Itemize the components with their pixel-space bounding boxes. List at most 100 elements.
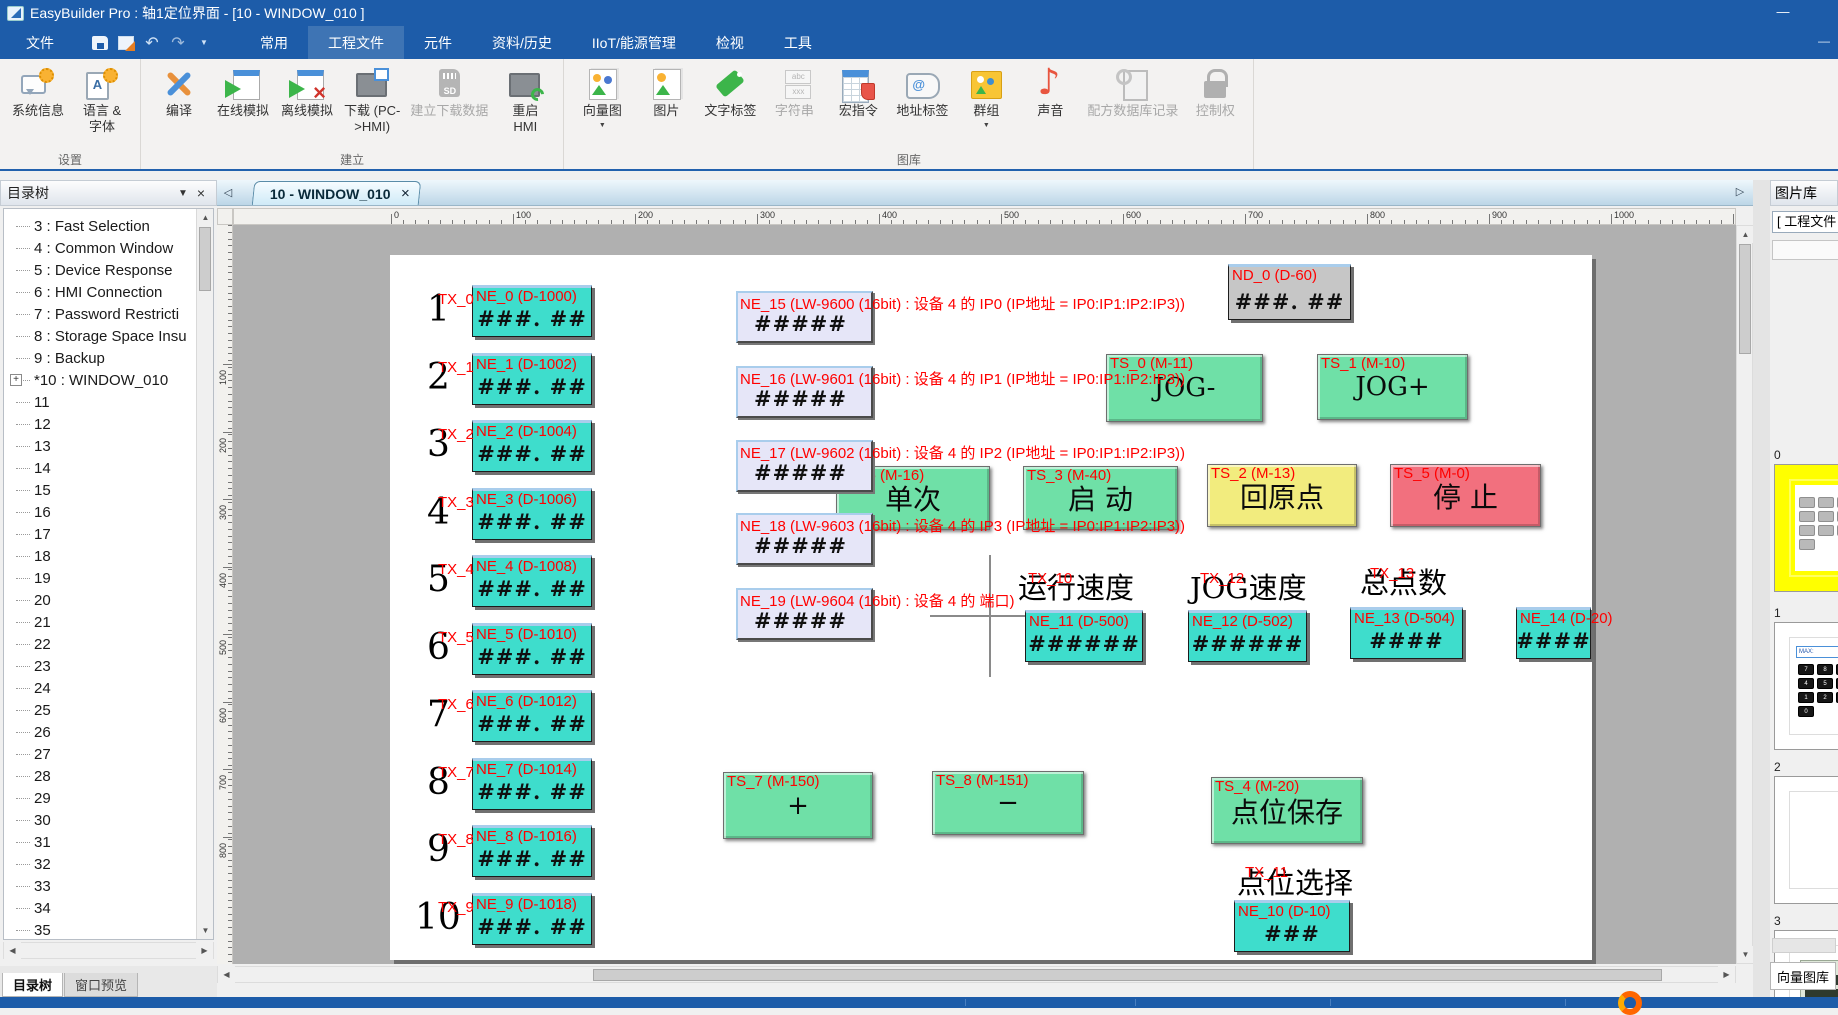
canvas-horizontal-scrollbar[interactable]: ◀ ▶ — [217, 966, 1736, 983]
thumbnail-frame[interactable] — [1774, 776, 1838, 904]
scroll-left-icon[interactable]: ◀ — [218, 966, 235, 983]
hmi-button-jog-plus[interactable]: TS_1 (M-10) JOG+ — [1317, 354, 1468, 420]
library-horizontal-scrollbar[interactable] — [1772, 938, 1836, 953]
tree-scroll-thumb[interactable] — [199, 227, 211, 291]
canvas-vscroll-thumb[interactable] — [1739, 244, 1751, 354]
canvas-vertical-scrollbar[interactable]: ▲ ▼ — [1736, 225, 1753, 964]
tree-item-32[interactable]: 32 — [4, 853, 196, 875]
hmi-numeric-ne-13[interactable]: NE_13 (D-504)#### — [1350, 607, 1463, 659]
ribbon-button-shape-lib[interactable]: 向量图▼ — [570, 61, 634, 155]
scroll-down-icon[interactable]: ▼ — [197, 922, 214, 939]
export-icon[interactable] — [116, 34, 136, 52]
tree-item-31[interactable]: 31 — [4, 831, 196, 853]
hmi-numeric-ne-4[interactable]: NE_4 (D-1008)###. ## — [472, 555, 592, 607]
panel-splitter[interactable] — [1753, 180, 1770, 997]
tree-vertical-scrollbar[interactable]: ▲ ▼ — [196, 209, 213, 939]
tab-close-icon[interactable]: × — [401, 185, 410, 202]
design-canvas[interactable]: 100200300400500600700800 ND_0 (D-60) ###… — [217, 225, 1736, 964]
menu-tab-1[interactable]: 工程文件 — [308, 26, 404, 59]
tree-item-33[interactable]: 33 — [4, 875, 196, 897]
scroll-down-icon[interactable]: ▼ — [1737, 946, 1754, 963]
tree-item-13[interactable]: 13 — [4, 435, 196, 457]
tree-item-27[interactable]: 27 — [4, 743, 196, 765]
hmi-numeric-ne-10[interactable]: NE_10 (D-10) ### — [1234, 900, 1350, 952]
hmi-numeric-ne-0[interactable]: NE_0 (D-1000)###. ## — [472, 285, 592, 337]
ribbon-button-online-sim[interactable]: 在线模拟 — [211, 61, 275, 155]
ribbon-button-compile[interactable]: 编译 — [147, 61, 211, 155]
tree-item-9-Backup[interactable]: 9 : Backup — [4, 347, 196, 369]
menu-tab-4[interactable]: IIoT/能源管理 — [572, 26, 696, 59]
tree-collapse-icon[interactable]: ▼ — [174, 188, 192, 199]
tree-item-7-Password-Restricti[interactable]: 7 : Password Restricti — [4, 303, 196, 325]
hmi-numeric-ne-2[interactable]: NE_2 (D-1004)###. ## — [472, 420, 592, 472]
ribbon-button-macro[interactable]: 宏指令 — [826, 61, 890, 155]
tab-scroll-right-icon[interactable]: ▷ — [1729, 180, 1751, 204]
menu-tab-3[interactable]: 资料/历史 — [472, 26, 572, 59]
tree-item-10-WINDOW-010[interactable]: *10 : WINDOW_010+ — [4, 369, 196, 391]
library-filter-bar[interactable] — [1772, 240, 1838, 260]
tree-item-4-Common-Window[interactable]: 4 : Common Window — [4, 237, 196, 259]
hmi-button-point-plus[interactable]: TS_7 (M-150) + — [723, 772, 873, 839]
tree-item-30[interactable]: 30 — [4, 809, 196, 831]
menu-file[interactable]: 文件 — [0, 26, 80, 59]
tree-item-29[interactable]: 29 — [4, 787, 196, 809]
tree-item-14[interactable]: 14 — [4, 457, 196, 479]
tree-item-24[interactable]: 24 — [4, 677, 196, 699]
tree-item-16[interactable]: 16 — [4, 501, 196, 523]
hmi-numeric-ne-14[interactable]: NE_14 (D-20)#### — [1516, 607, 1591, 659]
tree-item-20[interactable]: 20 — [4, 589, 196, 611]
ribbon-button-offline-sim[interactable]: 离线模拟 — [275, 61, 339, 155]
ribbon-button-picture-lib[interactable]: 图片 — [634, 61, 698, 155]
library-select[interactable]: [ 工程文件 — [1772, 211, 1838, 233]
menu-tab-0[interactable]: 常用 — [240, 26, 308, 59]
tree-item-28[interactable]: 28 — [4, 765, 196, 787]
hmi-button-home[interactable]: TS_2 (M-13) 回原点 — [1207, 464, 1357, 527]
tree-item-11[interactable]: 11 — [4, 391, 196, 413]
ribbon-button-system-info[interactable]: 系统信息 — [6, 61, 70, 155]
hmi-numeric-ne-9[interactable]: NE_9 (D-1018)###. ## — [472, 893, 592, 945]
bottom-tab-0[interactable]: 目录树 — [2, 973, 63, 997]
thumbnail-frame[interactable]: 789E456B123.0 — [1774, 622, 1838, 750]
hmi-numeric-ne-3[interactable]: NE_3 (D-1006)###. ## — [472, 488, 592, 540]
hmi-numeric-ne-7[interactable]: NE_7 (D-1014)###. ## — [472, 758, 592, 810]
tree-item-6-HMI-Connection[interactable]: 6 : HMI Connection — [4, 281, 196, 303]
tree-item-15[interactable]: 15 — [4, 479, 196, 501]
hmi-numeric-nd-0[interactable]: ND_0 (D-60) ###. ## — [1228, 264, 1351, 320]
bottom-tab-1[interactable]: 窗口预览 — [64, 973, 138, 997]
menu-tab-6[interactable]: 工具 — [764, 26, 832, 59]
ribbon-minimize-icon[interactable]: — — [1818, 34, 1830, 48]
menu-tab-2[interactable]: 元件 — [404, 26, 472, 59]
tree-item-21[interactable]: 21 — [4, 611, 196, 633]
ribbon-button-language-font[interactable]: 语言 & 字体 — [70, 61, 134, 155]
chevron-down-icon[interactable]: ▼ — [983, 122, 990, 129]
ribbon-button-address-tag[interactable]: 地址标签 — [890, 61, 954, 155]
tree-item-19[interactable]: 19 — [4, 567, 196, 589]
scroll-up-icon[interactable]: ▲ — [1737, 226, 1754, 243]
tree-item-17[interactable]: 17 — [4, 523, 196, 545]
ribbon-button-group-lib[interactable]: 群组▼ — [954, 61, 1018, 155]
thumbnail-frame[interactable] — [1774, 464, 1838, 592]
canvas-hscroll-thumb[interactable] — [593, 969, 1662, 981]
tree-horizontal-scrollbar[interactable]: ◀ ▶ — [3, 942, 214, 959]
scroll-right-icon[interactable]: ▶ — [1718, 966, 1735, 983]
tree-item-18[interactable]: 18 — [4, 545, 196, 567]
vector-library-tab[interactable]: 向量图库 — [1770, 962, 1836, 990]
hmi-numeric-ne-6[interactable]: NE_6 (D-1012)###. ## — [472, 690, 592, 742]
ribbon-button-reboot-hmi[interactable]: 重启 HMI — [493, 61, 557, 155]
minimize-button[interactable]: — — [1768, 0, 1798, 26]
library-thumbnail-1[interactable]: 1789E456B123.0 — [1774, 606, 1838, 750]
save-icon[interactable] — [90, 34, 110, 52]
library-thumbnail-2[interactable]: 2 — [1774, 760, 1838, 904]
hmi-numeric-ne-8[interactable]: NE_8 (D-1016)###. ## — [472, 825, 592, 877]
menu-tab-5[interactable]: 检视 — [696, 26, 764, 59]
tree-item-8-Storage-Space-Insu[interactable]: 8 : Storage Space Insu — [4, 325, 196, 347]
hmi-button-stop[interactable]: TS_5 (M-0) 停 止 — [1390, 464, 1541, 527]
undo-icon[interactable]: ↶ — [142, 34, 162, 52]
ribbon-button-sound[interactable]: 声音 — [1018, 61, 1082, 155]
hmi-numeric-ne-11[interactable]: NE_11 (D-500)###### — [1025, 610, 1143, 662]
library-thumbnail-0[interactable]: 0 — [1774, 448, 1838, 592]
document-tab[interactable]: 10 - WINDOW_010 × — [252, 181, 422, 205]
tab-scroll-left-icon[interactable]: ◁ — [217, 181, 239, 205]
hmi-numeric-ne-5[interactable]: NE_5 (D-1010)###. ## — [472, 623, 592, 675]
ribbon-button-label-tag[interactable]: 文字标签 — [698, 61, 762, 155]
